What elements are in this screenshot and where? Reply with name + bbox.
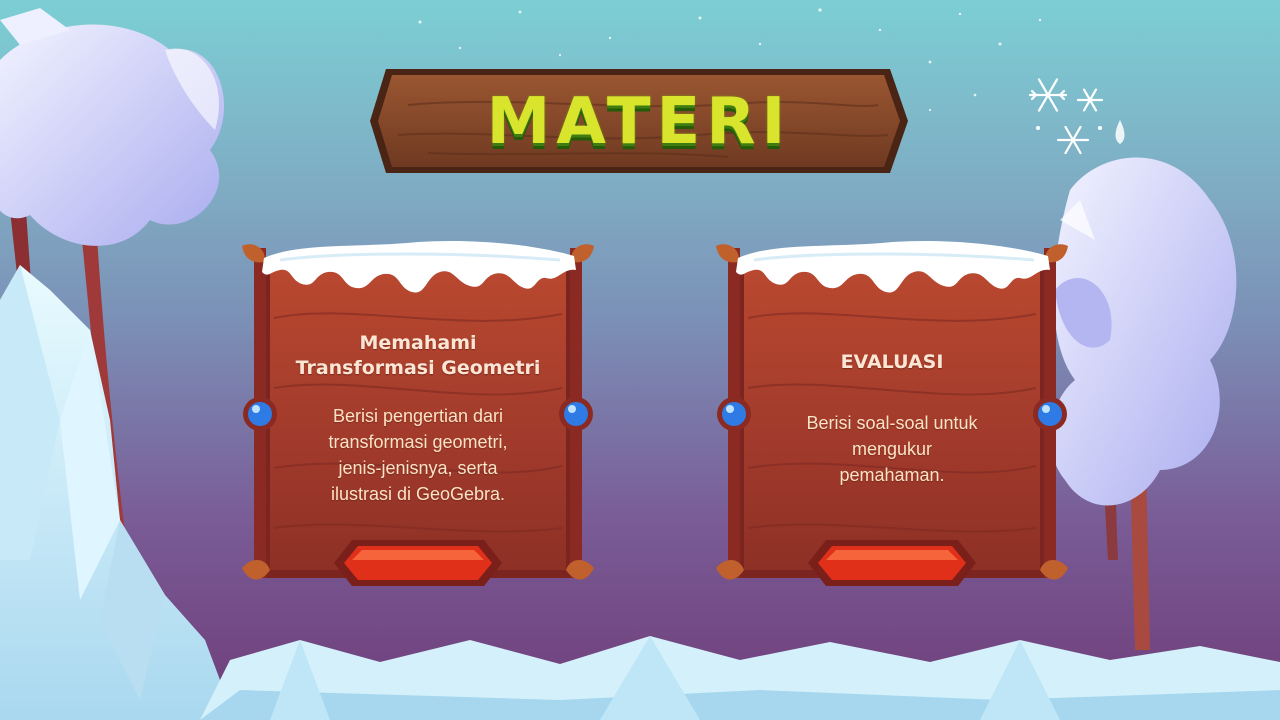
- blue-gem-icon: [717, 397, 751, 431]
- card-title-line: EVALUASI: [840, 351, 944, 373]
- evaluasi-card[interactable]: EVALUASI Berisi soal-soal untuk mengukur…: [714, 238, 1070, 596]
- red-gem-button[interactable]: [332, 538, 504, 588]
- card-description-line: Berisi soal-soal untuk: [806, 413, 978, 433]
- card-description: Berisi soal-soal untuk mengukur pemahama…: [754, 410, 1030, 488]
- card-description-line: transformasi geometri,: [328, 432, 508, 452]
- blue-gem-icon: [243, 397, 277, 431]
- blue-gem-icon: [559, 397, 593, 431]
- card-title-line: Transformasi Geometri: [295, 357, 541, 379]
- card-description: Berisi pengertian dari transformasi geom…: [280, 403, 556, 507]
- card-description-line: ilustrasi di GeoGebra.: [330, 484, 506, 504]
- snowflake-icon: [1028, 78, 1104, 155]
- card-title: Memahami Transformasi Geometri: [276, 331, 560, 381]
- card-description-line: mengukur: [851, 439, 933, 459]
- blue-gem-icon: [1033, 397, 1067, 431]
- page-title: MATERI: [486, 85, 792, 159]
- red-gem-button[interactable]: [806, 538, 978, 588]
- card-title: EVALUASI: [750, 350, 1034, 375]
- card-description-line: pemahaman.: [839, 465, 945, 485]
- card-title-line: Memahami: [359, 332, 477, 354]
- materi-card[interactable]: Memahami Transformasi Geometri Berisi pe…: [240, 238, 596, 596]
- card-description-line: Berisi pengertian dari: [332, 406, 504, 426]
- card-description-line: jenis-jenisnya, serta: [338, 458, 498, 478]
